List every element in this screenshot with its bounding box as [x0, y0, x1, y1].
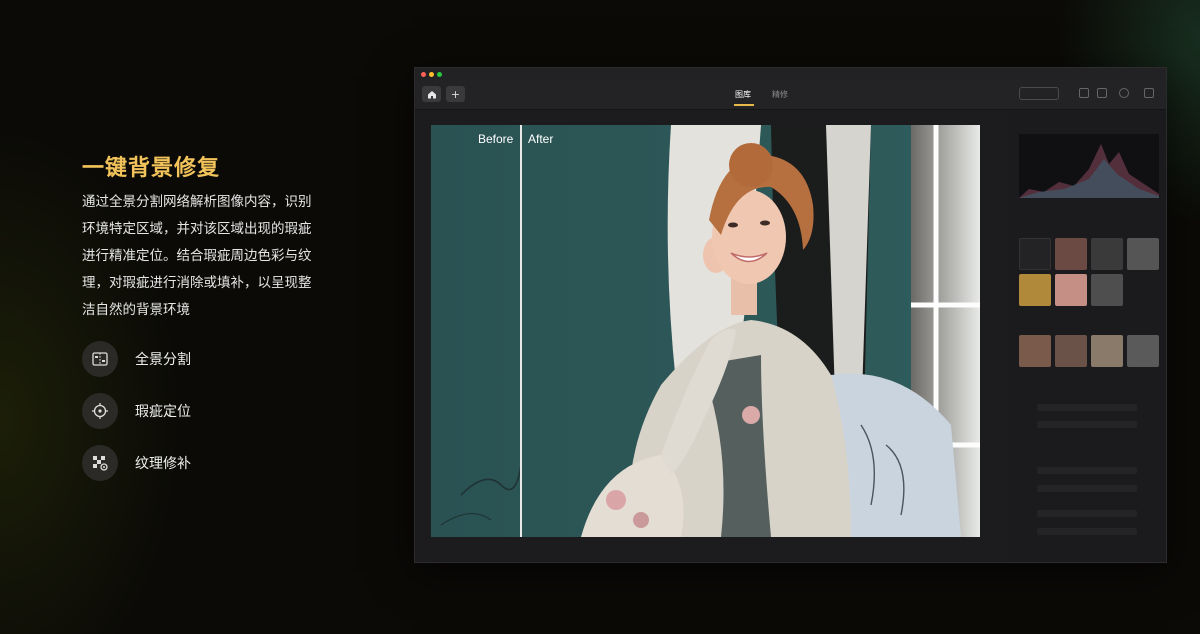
panoptic-segmentation-icon — [82, 341, 118, 377]
close-window-button[interactable] — [421, 72, 426, 77]
slider-track[interactable] — [1037, 485, 1137, 492]
before-label: Before — [478, 132, 514, 146]
feature-label: 瑕疵定位 — [135, 404, 191, 420]
slider-row[interactable] — [1019, 526, 1159, 536]
my-preset-thumbnail[interactable] — [1091, 335, 1123, 367]
home-icon — [427, 90, 436, 98]
preset-thumbnail[interactable] — [1055, 238, 1087, 270]
user-icon[interactable] — [1119, 88, 1129, 98]
histogram — [1019, 134, 1159, 198]
add-button[interactable]: + — [446, 86, 465, 102]
export-icon[interactable] — [1079, 88, 1089, 98]
feature-label: 纹理修补 — [135, 456, 191, 472]
minimize-window-button[interactable] — [429, 72, 434, 77]
app-window: + 图库 精修 Before After — [414, 67, 1167, 563]
preset-thumbnail[interactable] — [1055, 274, 1087, 306]
window-titlebar — [415, 68, 1166, 80]
preset-thumbnail[interactable] — [1091, 274, 1123, 306]
hero-description: 通过全景分割网络解析图像内容，识别环境特定区域，并对该区域出现的瑕疵进行精准定位… — [82, 194, 312, 318]
preset-thumbnail[interactable] — [1091, 238, 1123, 270]
slider-track[interactable] — [1037, 404, 1137, 411]
slider-row[interactable] — [1019, 508, 1159, 518]
after-label: After — [528, 132, 554, 146]
before-after-divider[interactable] — [520, 125, 522, 537]
crosshair-icon — [82, 393, 118, 429]
home-button[interactable] — [422, 86, 441, 102]
feature-item-defect-location: 瑕疵定位 — [82, 392, 191, 430]
adjustment-panel — [1008, 110, 1166, 562]
settings-icon[interactable] — [1144, 88, 1154, 98]
photo-canvas[interactable]: Before After — [431, 125, 980, 537]
slider-track[interactable] — [1037, 528, 1137, 535]
maximize-window-button[interactable] — [437, 72, 442, 77]
my-preset-thumbnail[interactable] — [1127, 335, 1159, 367]
preset-thumbnail[interactable] — [1127, 238, 1159, 270]
active-tab-indicator — [734, 104, 754, 106]
app-toolbar: + 图库 精修 — [415, 80, 1166, 110]
my-preset-thumbnail[interactable] — [1055, 335, 1087, 367]
preset-thumbnail[interactable] — [1019, 274, 1051, 306]
feature-label: 全景分割 — [135, 352, 191, 368]
tab-retouch[interactable]: 精修 — [772, 89, 788, 100]
slider-track[interactable] — [1037, 421, 1137, 428]
slider-row[interactable] — [1019, 465, 1159, 475]
feature-list: 全景分割 瑕疵定位 纹理修补 — [82, 340, 191, 496]
portrait-photo — [431, 125, 980, 537]
toolbar-pill-button[interactable] — [1019, 87, 1059, 100]
my-preset-thumbnail[interactable] — [1019, 335, 1051, 367]
slider-row[interactable] — [1019, 483, 1159, 493]
texture-patch-icon — [82, 445, 118, 481]
message-icon[interactable] — [1097, 88, 1107, 98]
tab-gallery[interactable]: 图库 — [735, 89, 751, 100]
slider-track[interactable] — [1037, 467, 1137, 474]
feature-item-panoptic: 全景分割 — [82, 340, 191, 378]
plus-icon: + — [450, 87, 461, 101]
no-preset-thumbnail[interactable] — [1019, 238, 1051, 270]
feature-item-texture-patch: 纹理修补 — [82, 444, 191, 482]
slider-row[interactable] — [1019, 402, 1159, 412]
hero-title: 一键背景修复 — [82, 156, 221, 181]
slider-row[interactable] — [1019, 419, 1159, 429]
slider-track[interactable] — [1037, 510, 1137, 517]
